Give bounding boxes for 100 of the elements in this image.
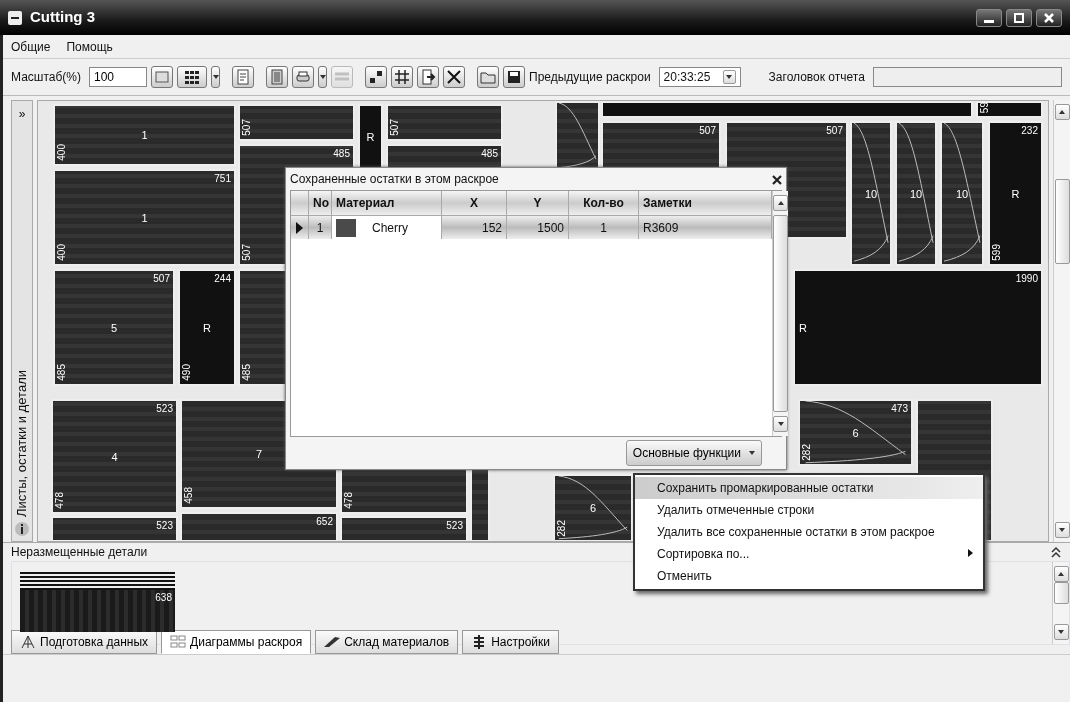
scale-label: Масштаб(%): [11, 69, 81, 86]
table-cell: 152: [442, 215, 507, 239]
remnant-piece[interactable]: 1990 R: [793, 269, 1043, 386]
column-header[interactable]: Y: [507, 191, 569, 215]
dimension-label: 59: [980, 101, 990, 113]
tab[interactable]: Диаграммы раскроя: [161, 630, 312, 654]
row-indicator[interactable]: [291, 215, 309, 239]
remnant-piece[interactable]: 244 490 R: [178, 269, 236, 386]
report-button[interactable]: [232, 66, 254, 88]
scrollbar-thumb[interactable]: [1053, 582, 1069, 604]
report-title-label: Заголовок отчета: [768, 69, 865, 86]
curved-part[interactable]: 10: [850, 121, 892, 266]
curved-part[interactable]: 282 6: [553, 474, 633, 541]
close-button[interactable]: [1036, 8, 1062, 27]
dimension-label: 485: [242, 364, 252, 381]
part-number: R: [366, 131, 375, 142]
column-header[interactable]: Заметки: [639, 191, 772, 215]
dimension-label: 638: [155, 593, 172, 603]
vertical-scrollbar[interactable]: [772, 191, 788, 436]
caret-icon: [749, 451, 755, 455]
print-button[interactable]: [292, 66, 314, 88]
curved-part[interactable]: 473 282 6: [798, 399, 913, 466]
squares-icon: [368, 69, 384, 85]
window-menu-icon[interactable]: [8, 10, 22, 25]
previous-cuts-label: Предыдущие раскрои: [529, 69, 651, 86]
part-number: 10: [909, 188, 923, 199]
remnant-piece[interactable]: 232 599 R: [988, 121, 1043, 266]
dimension-label: 232: [1021, 126, 1038, 136]
scrollbar-thumb[interactable]: [773, 215, 788, 412]
part-number: R: [799, 322, 807, 333]
hash-icon: [394, 69, 410, 85]
cut-part[interactable]: 652: [180, 512, 338, 541]
scale-field[interactable]: 100: [89, 67, 147, 87]
dropdown-button[interactable]: [318, 66, 327, 88]
zoom-button[interactable]: [151, 66, 173, 88]
column-header[interactable]: X: [442, 191, 507, 215]
scrollbar-thumb[interactable]: [1054, 178, 1070, 264]
dimension-label: 652: [316, 517, 333, 527]
dimension-label: 473: [891, 404, 908, 414]
printer-icon: [295, 69, 311, 85]
remnant-piece[interactable]: [601, 101, 973, 118]
curved-part[interactable]: 10: [940, 121, 984, 266]
maximize-button[interactable]: [1006, 8, 1032, 27]
minimize-button[interactable]: [976, 8, 1002, 27]
column-header[interactable]: No: [309, 191, 332, 215]
collapse-icon: [1050, 546, 1062, 558]
sheet-icon: [324, 637, 341, 647]
functions-menu-button[interactable]: Основные функции: [625, 440, 762, 466]
rotate-button[interactable]: [365, 66, 387, 88]
menu-item[interactable]: Удалить все сохраненные остатки в этом раскрое: [635, 521, 983, 543]
dimension-label: 599: [992, 244, 1002, 261]
tab[interactable]: Подготовка данных: [11, 630, 158, 654]
cut-part[interactable]: 523: [340, 516, 468, 541]
panel-title: Неразмещенные детали: [11, 544, 148, 561]
curved-part[interactable]: 10: [895, 121, 937, 266]
remnant-piece[interactable]: 59: [976, 101, 1043, 118]
cut-button[interactable]: [391, 66, 413, 88]
menu-item[interactable]: Помощь: [66, 37, 113, 56]
list-button[interactable]: [266, 66, 288, 88]
dimension-label: 400: [57, 244, 67, 261]
menu-item[interactable]: Сортировка по...: [635, 543, 983, 565]
tab[interactable]: Настройки: [462, 630, 560, 654]
vertical-scrollbar[interactable]: [1052, 562, 1069, 644]
delete-button[interactable]: [443, 66, 465, 88]
report-title-field[interactable]: [872, 67, 1062, 87]
previous-cuts-combo[interactable]: 20:33:25: [658, 67, 741, 87]
dropdown-button[interactable]: [211, 66, 220, 88]
cut-part[interactable]: 507: [386, 104, 503, 141]
dimension-label: 507: [153, 274, 170, 284]
column-header[interactable]: Материал: [332, 191, 442, 215]
caret-icon: [319, 75, 326, 79]
side-panel-tab[interactable]: » Листы, остатки и детали: [11, 100, 33, 542]
cut-part[interactable]: 751 400 1: [53, 169, 236, 266]
column-header[interactable]: Кол-во: [569, 191, 639, 215]
dimension-label: 523: [156, 404, 173, 414]
dimension-label: 485: [481, 149, 498, 159]
menu-item[interactable]: Сохранить промаркированные остатки: [635, 477, 983, 499]
table-cell-text: Cherry: [372, 219, 408, 237]
cut-part[interactable]: 400 1: [53, 104, 236, 166]
open-button[interactable]: [477, 66, 499, 88]
cut-part[interactable]: 507: [238, 104, 355, 141]
grid-button[interactable]: [177, 66, 207, 88]
remnant-piece[interactable]: R: [358, 104, 383, 169]
dimension-label: 478: [344, 492, 354, 509]
menu-item[interactable]: Удалить отмеченные строки: [635, 499, 983, 521]
save-button[interactable]: [503, 66, 525, 88]
menu-item[interactable]: Отменить: [635, 565, 983, 587]
menu-item[interactable]: Общие: [11, 37, 51, 56]
list-icon: [269, 69, 285, 85]
window-title: Cutting 3: [30, 7, 96, 28]
cut-part[interactable]: 523 478 4: [51, 399, 178, 514]
tab[interactable]: Склад материалов: [315, 630, 459, 654]
vertical-scrollbar[interactable]: [1053, 100, 1070, 542]
close-icon: [446, 69, 462, 85]
cut-part[interactable]: 523: [51, 516, 178, 541]
cut-part[interactable]: 507 485 5: [53, 269, 175, 386]
part-number: 7: [255, 448, 263, 460]
move-button[interactable]: [417, 66, 439, 88]
side-panel-label: Листы, остатки и детали: [13, 370, 31, 517]
expand-toggle[interactable]: »: [18, 105, 26, 123]
